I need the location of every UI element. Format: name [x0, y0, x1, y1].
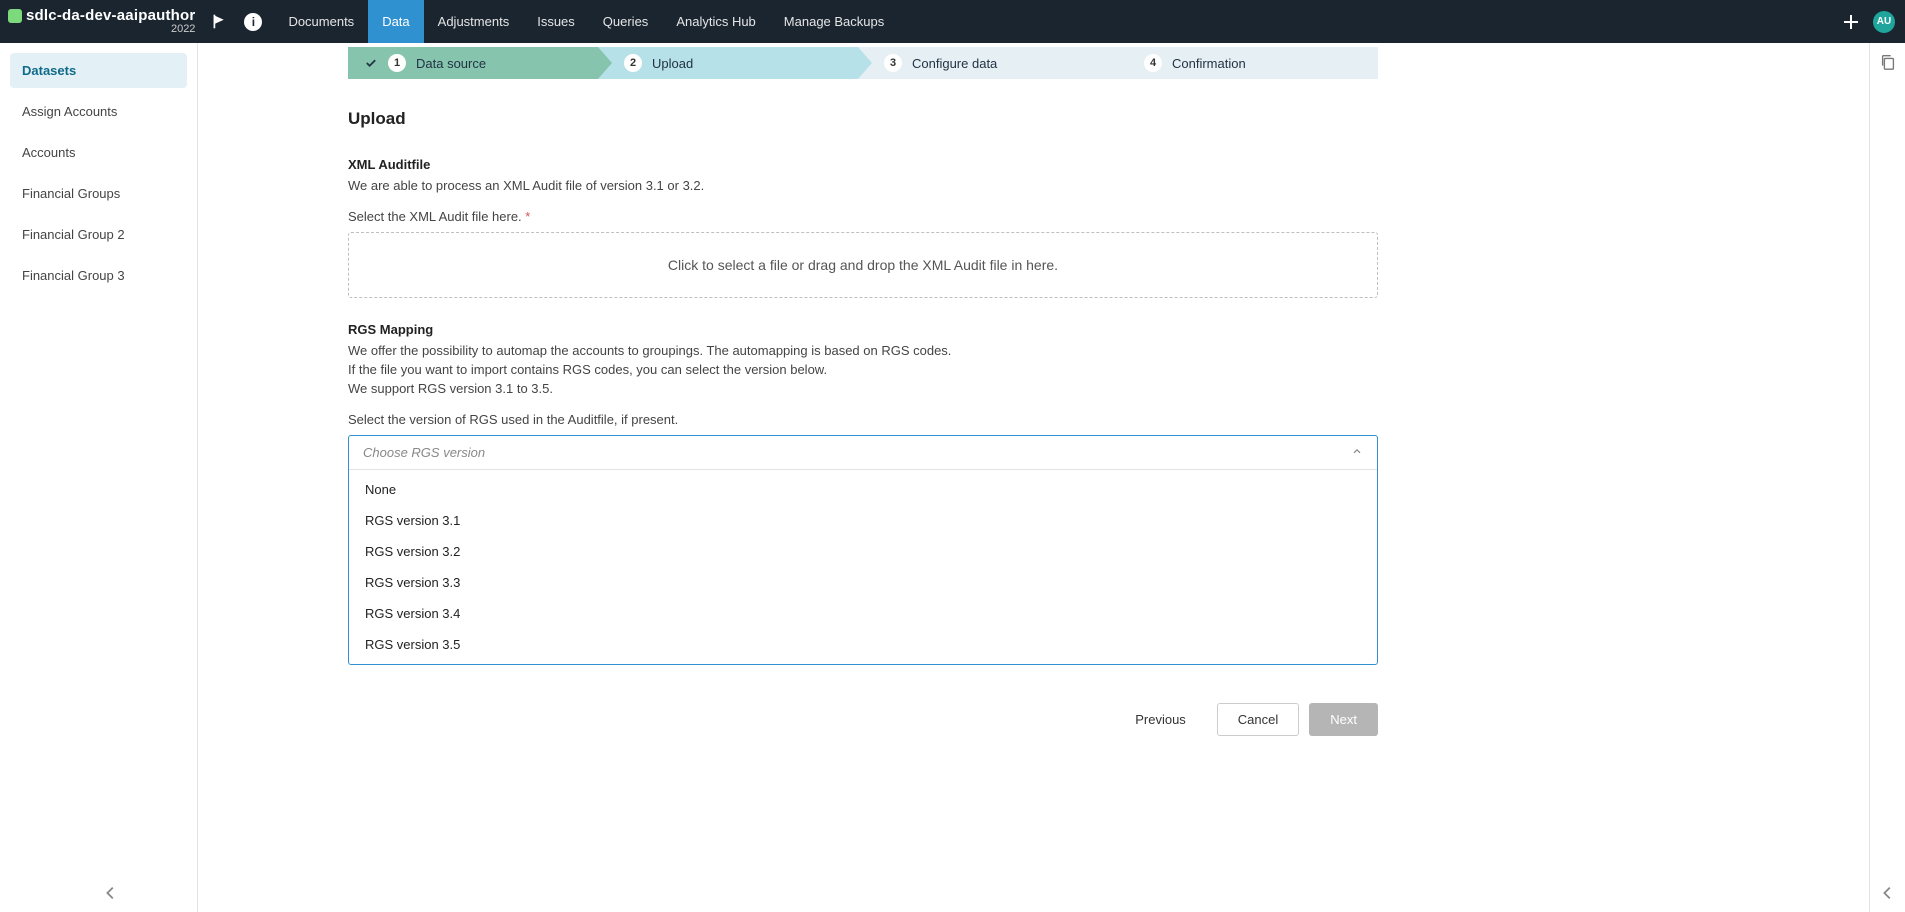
select-option[interactable]: None: [349, 474, 1377, 505]
select-placeholder: Choose RGS version: [363, 445, 485, 460]
brand[interactable]: sdlc-da-dev-aaipauthor 2022: [8, 8, 195, 35]
xml-heading: XML Auditfile: [348, 157, 1378, 172]
main-content: 1 Data source 2 Upload 3 Configure data 4 Confi…: [198, 43, 1869, 912]
brand-name: sdlc-da-dev-aaipauthor: [26, 8, 195, 23]
rgs-heading: RGS Mapping: [348, 322, 1378, 337]
select-option[interactable]: RGS version 3.1: [349, 505, 1377, 536]
rgs-desc1: We offer the possibility to automap the …: [348, 343, 1378, 358]
required-indicator: *: [525, 209, 530, 224]
xml-desc: We are able to process an XML Audit file…: [348, 178, 1378, 193]
sidebar-collapse-icon[interactable]: [102, 884, 120, 902]
xml-label: Select the XML Audit file here. *: [348, 209, 1378, 224]
rightbar: [1869, 43, 1905, 912]
nav-item-adjustments[interactable]: Adjustments: [424, 0, 524, 43]
wizard-step-data-source[interactable]: 1 Data source: [348, 47, 598, 79]
rightbar-collapse-icon[interactable]: [1879, 884, 1897, 902]
wizard-step-label: Upload: [652, 56, 693, 71]
brand-year: 2022: [171, 24, 195, 35]
dropzone-text: Click to select a file or drag and drop …: [668, 257, 1058, 273]
brand-icon: [8, 9, 22, 23]
rgs-desc2: If the file you want to import contains …: [348, 362, 1378, 377]
sidebar-item-financial-group-2[interactable]: Financial Group 2: [10, 217, 187, 252]
select-option[interactable]: RGS version 3.5: [349, 629, 1377, 660]
footer-actions: Previous Cancel Next: [348, 703, 1378, 736]
wizard: 1 Data source 2 Upload 3 Configure data 4 Confi…: [348, 47, 1378, 79]
select-options: NoneRGS version 3.1RGS version 3.2RGS ve…: [349, 470, 1377, 664]
check-icon: [364, 56, 378, 70]
previous-button[interactable]: Previous: [1114, 703, 1207, 736]
wizard-step-number: 3: [884, 54, 902, 72]
flag-icon[interactable]: [211, 13, 228, 30]
rgs-version-select[interactable]: Choose RGS version NoneRGS version 3.1RG…: [348, 435, 1378, 665]
copy-icon[interactable]: [1879, 53, 1897, 74]
avatar[interactable]: AU: [1873, 11, 1895, 33]
nav-item-manage-backups[interactable]: Manage Backups: [770, 0, 898, 43]
info-icon[interactable]: i: [244, 13, 262, 31]
sidebar: Datasets Assign Accounts Accounts Financial…: [0, 43, 198, 912]
wizard-step-configure-data[interactable]: 3 Configure data: [858, 47, 1118, 79]
sidebar-item-financial-group-3[interactable]: Financial Group 3: [10, 258, 187, 293]
wizard-step-confirmation[interactable]: 4 Confirmation: [1118, 47, 1378, 79]
nav-item-data[interactable]: Data: [368, 0, 423, 43]
sidebar-item-datasets[interactable]: Datasets: [10, 53, 187, 88]
select-option[interactable]: RGS version 3.2: [349, 536, 1377, 567]
wizard-step-number: 1: [388, 54, 406, 72]
wizard-step-label: Data source: [416, 56, 486, 71]
xml-label-text: Select the XML Audit file here.: [348, 209, 522, 224]
wizard-step-number: 2: [624, 54, 642, 72]
wizard-step-upload[interactable]: 2 Upload: [598, 47, 858, 79]
wizard-step-label: Confirmation: [1172, 56, 1246, 71]
nav-item-documents[interactable]: Documents: [274, 0, 368, 43]
nav-item-analytics-hub[interactable]: Analytics Hub: [662, 0, 769, 43]
next-button[interactable]: Next: [1309, 703, 1378, 736]
select-option[interactable]: RGS version 3.3: [349, 567, 1377, 598]
top-nav: DocumentsDataAdjustmentsIssuesQueriesAna…: [274, 0, 898, 43]
nav-item-queries[interactable]: Queries: [589, 0, 663, 43]
rgs-label: Select the version of RGS used in the Au…: [348, 412, 1378, 427]
select-header[interactable]: Choose RGS version: [349, 436, 1377, 470]
topbar: sdlc-da-dev-aaipauthor 2022 i DocumentsD…: [0, 0, 1905, 43]
rgs-desc3: We support RGS version 3.1 to 3.5.: [348, 381, 1378, 396]
nav-item-issues[interactable]: Issues: [523, 0, 589, 43]
sidebar-item-accounts[interactable]: Accounts: [10, 135, 187, 170]
cancel-button[interactable]: Cancel: [1217, 703, 1299, 736]
chevron-up-icon: [1351, 445, 1363, 460]
sidebar-item-financial-groups[interactable]: Financial Groups: [10, 176, 187, 211]
plus-icon[interactable]: [1841, 12, 1861, 32]
wizard-step-number: 4: [1144, 54, 1162, 72]
topbar-icons: i: [211, 13, 262, 31]
file-dropzone[interactable]: Click to select a file or drag and drop …: [348, 232, 1378, 298]
select-option[interactable]: RGS version 3.4: [349, 598, 1377, 629]
page-title: Upload: [348, 109, 1378, 129]
wizard-step-label: Configure data: [912, 56, 997, 71]
sidebar-item-assign-accounts[interactable]: Assign Accounts: [10, 94, 187, 129]
